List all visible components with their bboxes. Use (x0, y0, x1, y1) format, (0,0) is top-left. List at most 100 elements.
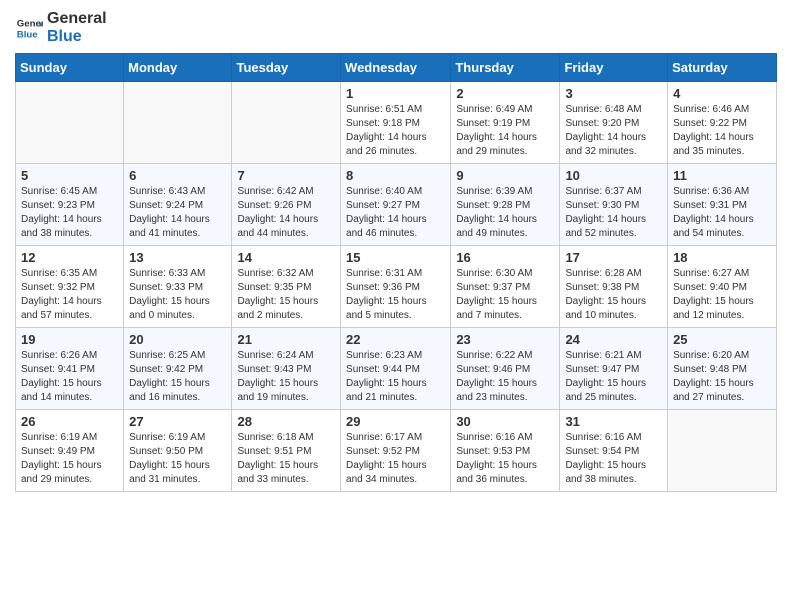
day-number: 4 (673, 86, 771, 101)
day-number: 30 (456, 414, 554, 429)
day-number: 6 (129, 168, 226, 183)
calendar-cell: 15Sunrise: 6:31 AM Sunset: 9:36 PM Dayli… (341, 246, 451, 328)
logo: General Blue General Blue (15, 10, 107, 45)
calendar-cell: 26 Sunrise: 6:19 AM Sunset: 9:49 PM Dayli… (16, 410, 124, 492)
calendar-week-row: 5Sunrise: 6:45 AM Sunset: 9:23 PM Daylig… (16, 164, 777, 246)
day-info: Sunrise: 6:21 AM Sunset: 9:47 PM Dayligh… (565, 349, 662, 405)
calendar-cell: 18 Sunrise: 6:27 AM Sunset: 9:40 PM Dayli… (668, 246, 777, 328)
day-number: 19 (21, 332, 118, 347)
calendar-cell (232, 82, 341, 164)
calendar-cell: 29 Sunrise: 6:17 AM Sunset: 9:52 PM Dayli… (341, 410, 451, 492)
calendar-cell (668, 410, 777, 492)
weekday-header-tuesday: Tuesday (232, 54, 341, 82)
day-info: Sunrise: 6:17 AM Sunset: 9:52 PM Dayligh… (346, 431, 445, 487)
weekday-header-saturday: Saturday (668, 54, 777, 82)
day-info: Sunrise: 6:33 AM Sunset: 9:33 PM Dayligh… (129, 267, 226, 323)
day-info: Sunrise: 6:31 AM Sunset: 9:36 PM Dayligh… (346, 267, 445, 323)
calendar-cell: 30 Sunrise: 6:16 AM Sunset: 9:53 PM Dayli… (451, 410, 560, 492)
day-info: Sunrise: 6:40 AM Sunset: 9:27 PM Dayligh… (346, 185, 445, 241)
calendar-cell: 28 Sunrise: 6:18 AM Sunset: 9:51 PM Dayli… (232, 410, 341, 492)
calendar-cell: 19 Sunrise: 6:26 AM Sunset: 9:41 PM Dayli… (16, 328, 124, 410)
day-number: 23 (456, 332, 554, 347)
day-info: Sunrise: 6:35 AM Sunset: 9:32 PM Dayligh… (21, 267, 118, 323)
day-number: 5 (21, 168, 118, 183)
day-info: Sunrise: 6:23 AM Sunset: 9:44 PM Dayligh… (346, 349, 445, 405)
calendar-cell (124, 82, 232, 164)
logo-general-text: General (47, 10, 107, 28)
weekday-header-row: SundayMondayTuesdayWednesdayThursdayFrid… (16, 54, 777, 82)
calendar-cell: 14 Sunrise: 6:32 AM Sunset: 9:35 PM Dayli… (232, 246, 341, 328)
day-info: Sunrise: 6:43 AM Sunset: 9:24 PM Dayligh… (129, 185, 226, 241)
calendar-cell: 11Sunrise: 6:36 AM Sunset: 9:31 PM Dayli… (668, 164, 777, 246)
calendar-cell: 25Sunrise: 6:20 AM Sunset: 9:48 PM Dayli… (668, 328, 777, 410)
calendar-cell: 21 Sunrise: 6:24 AM Sunset: 9:43 PM Dayli… (232, 328, 341, 410)
day-info: Sunrise: 6:30 AM Sunset: 9:37 PM Dayligh… (456, 267, 554, 323)
calendar-cell: 6 Sunrise: 6:43 AM Sunset: 9:24 PM Daylig… (124, 164, 232, 246)
day-info: Sunrise: 6:48 AM Sunset: 9:20 PM Dayligh… (565, 103, 662, 159)
calendar-cell: 9 Sunrise: 6:39 AM Sunset: 9:28 PM Daylig… (451, 164, 560, 246)
day-info: Sunrise: 6:16 AM Sunset: 9:54 PM Dayligh… (565, 431, 662, 487)
day-number: 26 (21, 414, 118, 429)
day-number: 17 (565, 250, 662, 265)
day-number: 10 (565, 168, 662, 183)
day-number: 28 (237, 414, 335, 429)
calendar-cell: 10 Sunrise: 6:37 AM Sunset: 9:30 PM Dayli… (560, 164, 668, 246)
day-number: 13 (129, 250, 226, 265)
day-info: Sunrise: 6:16 AM Sunset: 9:53 PM Dayligh… (456, 431, 554, 487)
day-info: Sunrise: 6:42 AM Sunset: 9:26 PM Dayligh… (237, 185, 335, 241)
calendar-cell: 17 Sunrise: 6:28 AM Sunset: 9:38 PM Dayli… (560, 246, 668, 328)
day-number: 9 (456, 168, 554, 183)
calendar-cell: 16 Sunrise: 6:30 AM Sunset: 9:37 PM Dayli… (451, 246, 560, 328)
calendar-cell: 8 Sunrise: 6:40 AM Sunset: 9:27 PM Daylig… (341, 164, 451, 246)
day-number: 27 (129, 414, 226, 429)
calendar-cell: 13 Sunrise: 6:33 AM Sunset: 9:33 PM Dayli… (124, 246, 232, 328)
day-info: Sunrise: 6:28 AM Sunset: 9:38 PM Dayligh… (565, 267, 662, 323)
day-info: Sunrise: 6:26 AM Sunset: 9:41 PM Dayligh… (21, 349, 118, 405)
calendar-cell: 22 Sunrise: 6:23 AM Sunset: 9:44 PM Dayli… (341, 328, 451, 410)
calendar-cell: 4 Sunrise: 6:46 AM Sunset: 9:22 PM Daylig… (668, 82, 777, 164)
calendar-week-row: 19 Sunrise: 6:26 AM Sunset: 9:41 PM Dayli… (16, 328, 777, 410)
day-number: 29 (346, 414, 445, 429)
weekday-header-thursday: Thursday (451, 54, 560, 82)
calendar-cell: 20 Sunrise: 6:25 AM Sunset: 9:42 PM Dayli… (124, 328, 232, 410)
day-number: 18 (673, 250, 771, 265)
day-number: 3 (565, 86, 662, 101)
svg-text:General: General (17, 18, 43, 29)
calendar-cell: 27Sunrise: 6:19 AM Sunset: 9:50 PM Dayli… (124, 410, 232, 492)
day-info: Sunrise: 6:18 AM Sunset: 9:51 PM Dayligh… (237, 431, 335, 487)
day-info: Sunrise: 6:51 AM Sunset: 9:18 PM Dayligh… (346, 103, 445, 159)
svg-text:Blue: Blue (17, 29, 38, 40)
calendar-cell: 5Sunrise: 6:45 AM Sunset: 9:23 PM Daylig… (16, 164, 124, 246)
day-number: 20 (129, 332, 226, 347)
weekday-header-wednesday: Wednesday (341, 54, 451, 82)
day-info: Sunrise: 6:37 AM Sunset: 9:30 PM Dayligh… (565, 185, 662, 241)
day-number: 11 (673, 168, 771, 183)
day-number: 21 (237, 332, 335, 347)
day-number: 31 (565, 414, 662, 429)
day-info: Sunrise: 6:32 AM Sunset: 9:35 PM Dayligh… (237, 267, 335, 323)
day-number: 2 (456, 86, 554, 101)
day-number: 14 (237, 250, 335, 265)
day-number: 1 (346, 86, 445, 101)
day-info: Sunrise: 6:27 AM Sunset: 9:40 PM Dayligh… (673, 267, 771, 323)
day-number: 8 (346, 168, 445, 183)
calendar-cell (16, 82, 124, 164)
calendar-cell: 2 Sunrise: 6:49 AM Sunset: 9:19 PM Daylig… (451, 82, 560, 164)
day-info: Sunrise: 6:19 AM Sunset: 9:49 PM Dayligh… (21, 431, 118, 487)
day-info: Sunrise: 6:39 AM Sunset: 9:28 PM Dayligh… (456, 185, 554, 241)
day-info: Sunrise: 6:25 AM Sunset: 9:42 PM Dayligh… (129, 349, 226, 405)
calendar-cell: 24Sunrise: 6:21 AM Sunset: 9:47 PM Dayli… (560, 328, 668, 410)
day-info: Sunrise: 6:49 AM Sunset: 9:19 PM Dayligh… (456, 103, 554, 159)
calendar-week-row: 12Sunrise: 6:35 AM Sunset: 9:32 PM Dayli… (16, 246, 777, 328)
calendar-cell: 3 Sunrise: 6:48 AM Sunset: 9:20 PM Daylig… (560, 82, 668, 164)
logo-icon: General Blue (15, 14, 43, 42)
day-info: Sunrise: 6:20 AM Sunset: 9:48 PM Dayligh… (673, 349, 771, 405)
calendar-cell: 12Sunrise: 6:35 AM Sunset: 9:32 PM Dayli… (16, 246, 124, 328)
day-number: 7 (237, 168, 335, 183)
day-number: 22 (346, 332, 445, 347)
day-number: 16 (456, 250, 554, 265)
calendar-cell: 23Sunrise: 6:22 AM Sunset: 9:46 PM Dayli… (451, 328, 560, 410)
day-info: Sunrise: 6:46 AM Sunset: 9:22 PM Dayligh… (673, 103, 771, 159)
day-info: Sunrise: 6:24 AM Sunset: 9:43 PM Dayligh… (237, 349, 335, 405)
logo-blue-text: Blue (47, 28, 107, 46)
